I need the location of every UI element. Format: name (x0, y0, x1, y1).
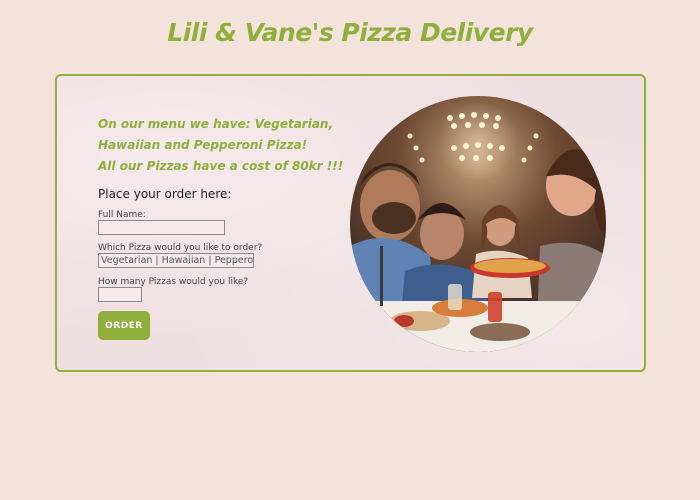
menu-line-price: All our Pizzas have a cost of 80kr !!! (98, 159, 344, 173)
friends-eating-pizza-photo (350, 96, 606, 352)
pizza-choice-label: Which Pizza would you like to order? (98, 243, 263, 253)
quantity-field[interactable] (98, 287, 142, 302)
order-panel: On our menu we have: Vegetarian, Hawaiia… (55, 74, 646, 372)
pizza-choice-field[interactable]: Vegetarian | Hawaiian | Pepperoni (98, 253, 254, 268)
quantity-label: How many Pizzas would you like? (98, 277, 249, 287)
restaurant-scene-illustration (350, 96, 606, 352)
page-title: Lili & Vane's Pizza Delivery (167, 18, 533, 47)
order-form-heading: Place your order here: (98, 187, 232, 201)
full-name-field[interactable] (98, 220, 225, 235)
menu-line-items: On our menu we have: Vegetarian, Hawaiia… (98, 117, 334, 152)
menu-description: On our menu we have: Vegetarian, Hawaiia… (98, 114, 348, 177)
order-button[interactable]: ORDER (98, 311, 150, 340)
full-name-label: Full Name: (98, 210, 146, 220)
